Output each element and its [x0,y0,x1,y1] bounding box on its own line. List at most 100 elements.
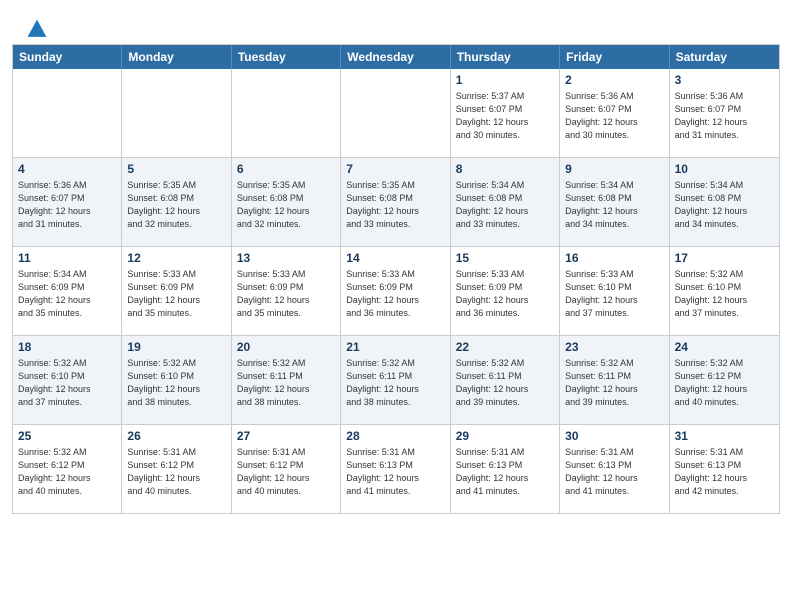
day-cell-19: 19 Sunrise: 5:32 AMSunset: 6:10 PMDayligh… [122,336,231,424]
day-number: 11 [18,251,116,265]
day-info: Sunrise: 5:35 AMSunset: 6:08 PMDaylight:… [127,179,225,231]
header-day-saturday: Saturday [670,45,779,69]
page-header [0,0,792,44]
day-number: 21 [346,340,444,354]
day-number: 30 [565,429,663,443]
day-number: 5 [127,162,225,176]
day-info: Sunrise: 5:31 AMSunset: 6:13 PMDaylight:… [565,446,663,498]
day-cell-1: 1 Sunrise: 5:37 AMSunset: 6:07 PMDaylight… [451,69,560,157]
day-info: Sunrise: 5:34 AMSunset: 6:08 PMDaylight:… [565,179,663,231]
calendar-week-4: 18 Sunrise: 5:32 AMSunset: 6:10 PMDayligh… [13,335,779,424]
day-cell-25: 25Sunrise: 5:32 AMSunset: 6:12 PMDayligh… [13,425,122,513]
day-number: 3 [675,73,774,87]
day-number: 15 [456,251,554,265]
day-number: 8 [456,162,554,176]
day-number: 22 [456,340,554,354]
day-cell-30: 30 Sunrise: 5:31 AMSunset: 6:13 PMDayligh… [560,425,669,513]
day-cell-22: 22 Sunrise: 5:32 AMSunset: 6:11 PMDayligh… [451,336,560,424]
day-cell-12: 12Sunrise: 5:33 AMSunset: 6:09 PMDayligh… [122,247,231,335]
day-cell-8: 8 Sunrise: 5:34 AMSunset: 6:08 PMDaylight… [451,158,560,246]
header-day-friday: Friday [560,45,669,69]
day-number: 6 [237,162,335,176]
day-info: Sunrise: 5:34 AMSunset: 6:09 PMDaylight:… [18,268,116,320]
empty-cell [13,69,122,157]
day-number: 16 [565,251,663,265]
day-info: Sunrise: 5:32 AMSunset: 6:11 PMDaylight:… [565,357,663,409]
day-number: 25 [18,429,116,443]
day-number: 12 [127,251,225,265]
day-number: 26 [127,429,225,443]
day-number: 28 [346,429,444,443]
day-number: 4 [18,162,116,176]
day-number: 9 [565,162,663,176]
day-number: 17 [675,251,774,265]
day-number: 27 [237,429,335,443]
logo [24,18,48,36]
day-cell-11: 11 Sunrise: 5:34 AMSunset: 6:09 PMDayligh… [13,247,122,335]
day-info: Sunrise: 5:33 AMSunset: 6:10 PMDaylight:… [565,268,663,320]
day-info: Sunrise: 5:34 AMSunset: 6:08 PMDaylight:… [675,179,774,231]
day-info: Sunrise: 5:32 AMSunset: 6:11 PMDaylight:… [237,357,335,409]
day-cell-6: 6 Sunrise: 5:35 AMSunset: 6:08 PMDaylight… [232,158,341,246]
day-info: Sunrise: 5:35 AMSunset: 6:08 PMDaylight:… [237,179,335,231]
day-cell-28: 28 Sunrise: 5:31 AMSunset: 6:13 PMDayligh… [341,425,450,513]
day-info: Sunrise: 5:32 AMSunset: 6:11 PMDaylight:… [456,357,554,409]
day-cell-2: 2Sunrise: 5:36 AMSunset: 6:07 PMDaylight… [560,69,669,157]
day-info: Sunrise: 5:36 AMSunset: 6:07 PMDaylight:… [565,90,663,142]
day-info: Sunrise: 5:33 AMSunset: 6:09 PMDaylight:… [346,268,444,320]
day-cell-18: 18 Sunrise: 5:32 AMSunset: 6:10 PMDayligh… [13,336,122,424]
day-cell-17: 17 Sunrise: 5:32 AMSunset: 6:10 PMDayligh… [670,247,779,335]
day-info: Sunrise: 5:33 AMSunset: 6:09 PMDaylight:… [456,268,554,320]
empty-cell [232,69,341,157]
day-info: Sunrise: 5:31 AMSunset: 6:12 PMDaylight:… [127,446,225,498]
day-cell-24: 24Sunrise: 5:32 AMSunset: 6:12 PMDayligh… [670,336,779,424]
day-cell-20: 20 Sunrise: 5:32 AMSunset: 6:11 PMDayligh… [232,336,341,424]
day-info: Sunrise: 5:35 AMSunset: 6:08 PMDaylight:… [346,179,444,231]
day-cell-27: 27 Sunrise: 5:31 AMSunset: 6:12 PMDayligh… [232,425,341,513]
day-info: Sunrise: 5:31 AMSunset: 6:13 PMDaylight:… [675,446,774,498]
day-cell-23: 23 Sunrise: 5:32 AMSunset: 6:11 PMDayligh… [560,336,669,424]
header-day-thursday: Thursday [451,45,560,69]
day-info: Sunrise: 5:32 AMSunset: 6:10 PMDaylight:… [18,357,116,409]
day-info: Sunrise: 5:33 AMSunset: 6:09 PMDaylight:… [237,268,335,320]
empty-cell [122,69,231,157]
day-number: 19 [127,340,225,354]
day-cell-29: 29 Sunrise: 5:31 AMSunset: 6:13 PMDayligh… [451,425,560,513]
day-cell-26: 26 Sunrise: 5:31 AMSunset: 6:12 PMDayligh… [122,425,231,513]
calendar-week-5: 25Sunrise: 5:32 AMSunset: 6:12 PMDayligh… [13,424,779,513]
day-info: Sunrise: 5:34 AMSunset: 6:08 PMDaylight:… [456,179,554,231]
day-cell-16: 16 Sunrise: 5:33 AMSunset: 6:10 PMDayligh… [560,247,669,335]
header-day-monday: Monday [122,45,231,69]
day-number: 7 [346,162,444,176]
day-cell-13: 13 Sunrise: 5:33 AMSunset: 6:09 PMDayligh… [232,247,341,335]
day-info: Sunrise: 5:31 AMSunset: 6:12 PMDaylight:… [237,446,335,498]
calendar-week-1: 1 Sunrise: 5:37 AMSunset: 6:07 PMDaylight… [13,69,779,157]
day-cell-4: 4 Sunrise: 5:36 AMSunset: 6:07 PMDaylight… [13,158,122,246]
day-info: Sunrise: 5:32 AMSunset: 6:10 PMDaylight:… [127,357,225,409]
day-number: 1 [456,73,554,87]
day-number: 23 [565,340,663,354]
day-number: 29 [456,429,554,443]
day-number: 18 [18,340,116,354]
day-info: Sunrise: 5:32 AMSunset: 6:11 PMDaylight:… [346,357,444,409]
day-cell-21: 21 Sunrise: 5:32 AMSunset: 6:11 PMDayligh… [341,336,450,424]
header-day-tuesday: Tuesday [232,45,341,69]
calendar-week-2: 4 Sunrise: 5:36 AMSunset: 6:07 PMDaylight… [13,157,779,246]
calendar: SundayMondayTuesdayWednesdayThursdayFrid… [12,44,780,514]
day-number: 24 [675,340,774,354]
day-cell-31: 31Sunrise: 5:31 AMSunset: 6:13 PMDayligh… [670,425,779,513]
calendar-week-3: 11 Sunrise: 5:34 AMSunset: 6:09 PMDayligh… [13,246,779,335]
day-number: 20 [237,340,335,354]
day-info: Sunrise: 5:31 AMSunset: 6:13 PMDaylight:… [456,446,554,498]
calendar-body: 1 Sunrise: 5:37 AMSunset: 6:07 PMDaylight… [13,69,779,513]
day-info: Sunrise: 5:32 AMSunset: 6:10 PMDaylight:… [675,268,774,320]
day-cell-10: 10 Sunrise: 5:34 AMSunset: 6:08 PMDayligh… [670,158,779,246]
day-info: Sunrise: 5:31 AMSunset: 6:13 PMDaylight:… [346,446,444,498]
day-info: Sunrise: 5:37 AMSunset: 6:07 PMDaylight:… [456,90,554,142]
day-number: 10 [675,162,774,176]
day-number: 13 [237,251,335,265]
empty-cell [341,69,450,157]
calendar-header: SundayMondayTuesdayWednesdayThursdayFrid… [13,45,779,69]
day-cell-15: 15 Sunrise: 5:33 AMSunset: 6:09 PMDayligh… [451,247,560,335]
day-info: Sunrise: 5:36 AMSunset: 6:07 PMDaylight:… [18,179,116,231]
